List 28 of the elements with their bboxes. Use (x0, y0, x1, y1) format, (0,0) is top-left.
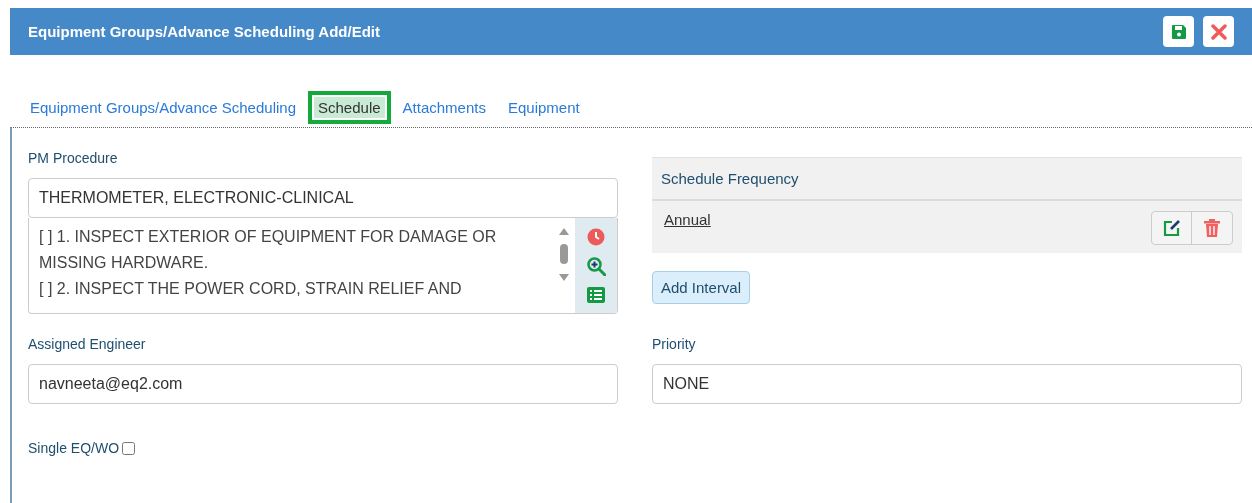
input-field[interactable]: THERMOMETER, ELECTRONIC-CLINICAL (28, 178, 618, 218)
close-icon (1210, 23, 1227, 40)
checkbox-label: Single EQ/WO (28, 440, 120, 456)
tab[interactable]: Schedule (308, 90, 391, 124)
list-button[interactable] (587, 287, 605, 304)
clock-button[interactable] (587, 227, 605, 246)
save-button[interactable] (1163, 16, 1194, 47)
close-button[interactable] (1203, 16, 1234, 47)
frequency-link[interactable]: Annual (664, 211, 711, 228)
zoom-in-icon (586, 257, 606, 276)
input-field[interactable]: navneeta@eq2.com (28, 364, 618, 404)
list-icon (587, 287, 605, 304)
field-label: PM Procedure (28, 150, 119, 166)
trash-icon (1204, 219, 1220, 237)
clock-icon (587, 227, 605, 246)
save-icon (1170, 23, 1187, 40)
add-interval-button[interactable]: Add Interval (652, 271, 751, 304)
checkbox[interactable] (122, 441, 136, 455)
edit-icon (1162, 219, 1181, 237)
field-label: Assigned Engineer (28, 336, 147, 352)
tab[interactable]: Attachments (392, 90, 496, 124)
tab[interactable]: Equipment (497, 90, 590, 124)
zoom-button[interactable] (586, 257, 606, 276)
window-title: Equipment Groups/Advance Scheduling Add/Edit (28, 23, 380, 40)
field-label: Priority (652, 336, 697, 352)
tab[interactable]: Equipment Groups/Advance Scheduling (20, 90, 306, 124)
table-header: Schedule Frequency (652, 157, 1242, 201)
input-field[interactable]: NONE (652, 364, 1242, 404)
